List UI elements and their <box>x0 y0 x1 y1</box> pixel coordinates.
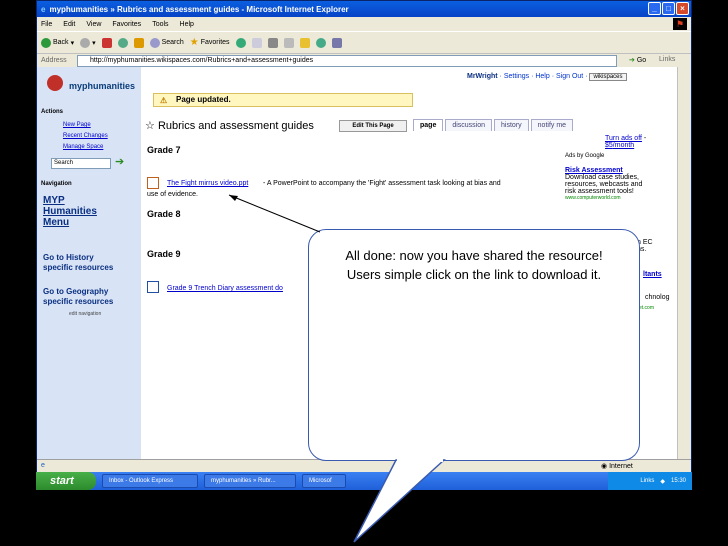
callout-tail-shape <box>353 459 446 543</box>
pointer-line <box>228 194 321 233</box>
callout-text: All done: now you have shared the resour… <box>345 248 603 282</box>
pointer-arrowhead <box>229 195 238 201</box>
